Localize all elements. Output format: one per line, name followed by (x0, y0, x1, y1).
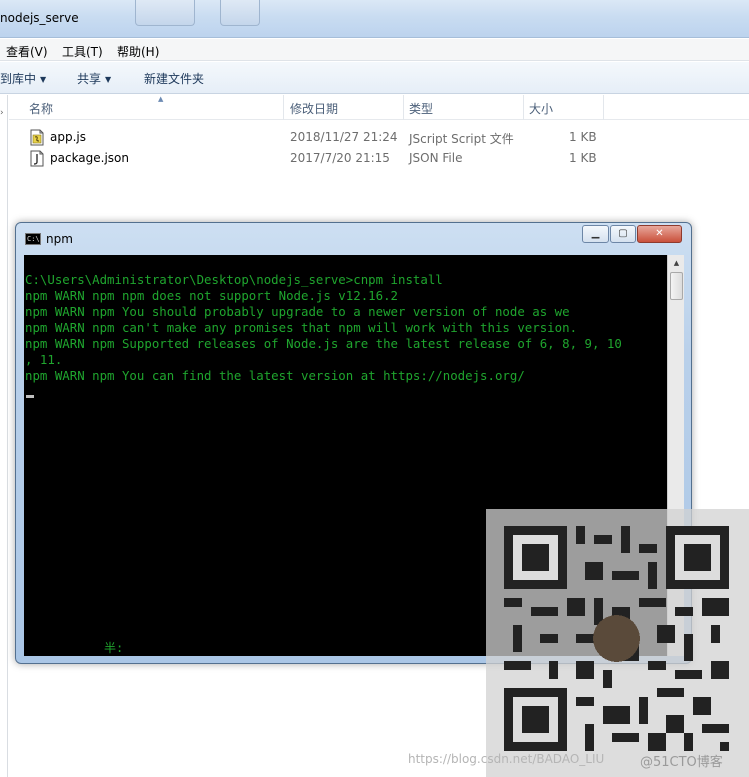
maximize-button[interactable] (220, 0, 260, 26)
console-title-bar[interactable]: C:\. npm ▁ ▢ ✕ (16, 223, 691, 253)
scroll-thumb[interactable] (670, 272, 683, 300)
console-line: npm WARN npm You should probably upgrade… (25, 304, 570, 319)
menu-help[interactable]: 帮助(H) (117, 43, 159, 60)
console-line: C:\Users\Administrator\Desktop\nodejs_se… (25, 272, 443, 287)
column-date-modified[interactable]: 修改日期 (290, 100, 338, 117)
close-icon: ✕ (655, 228, 664, 239)
avatar (593, 615, 640, 662)
scroll-up-icon[interactable]: ▲ (669, 255, 684, 271)
toolbar: 到库中 ▼ 共享 ▼ 新建文件夹 (0, 62, 749, 94)
console-window-title: npm (46, 232, 73, 246)
file-size: 1 KB (569, 151, 597, 165)
include-in-library-button[interactable]: 到库中 ▼ (0, 70, 46, 87)
maximize-icon: ▢ (618, 228, 628, 239)
console-line: npm WARN npm npm does not support Node.j… (25, 288, 398, 303)
chevron-right-icon[interactable]: › (0, 108, 4, 118)
file-name: app.js (50, 130, 86, 144)
file-name: package.json (50, 151, 130, 165)
command-prompt-icon: C:\. (25, 233, 44, 245)
command-prompt-icon-label: C:\. (27, 235, 44, 243)
navigation-pane-edge (0, 95, 8, 777)
console-line: npm WARN npm You can find the latest ver… (25, 368, 525, 383)
new-folder-button[interactable]: 新建文件夹 (144, 70, 204, 87)
sort-ascending-icon: ▲ (158, 95, 164, 103)
column-divider[interactable] (523, 95, 524, 120)
column-divider[interactable] (283, 95, 284, 120)
menu-view[interactable]: 查看(V) (6, 43, 48, 60)
menu-tools[interactable]: 工具(T) (62, 43, 103, 60)
file-row[interactable]: package.json 2017/7/20 21:15 JSON File 1… (9, 148, 749, 169)
minimize-icon: ▁ (591, 228, 600, 239)
console-close-button[interactable]: ✕ (637, 225, 682, 243)
include-in-library-label: 到库中 (0, 72, 37, 86)
console-line: npm WARN npm can't make any promises tha… (25, 320, 578, 335)
file-type: JSON File (409, 151, 463, 165)
watermark-url: https://blog.csdn.net/BADAO_LIU (408, 752, 605, 766)
file-size: 1 KB (569, 130, 597, 144)
jscript-file-icon (30, 129, 44, 146)
column-name[interactable]: 名称 (29, 100, 53, 117)
console-minimize-button[interactable]: ▁ (582, 225, 609, 243)
console-line: , 11. (25, 352, 63, 367)
text-cursor (26, 395, 34, 398)
minimize-button[interactable] (135, 0, 195, 26)
file-type: JScript Script 文件 (409, 132, 514, 146)
file-date: 2017/7/20 21:15 (290, 151, 390, 165)
qr-code-icon (504, 526, 729, 751)
menu-bar: 查看(V) 工具(T) 帮助(H) (0, 39, 749, 61)
share-label: 共享 (77, 72, 102, 86)
watermark-brand: @51CTO博客 (640, 755, 723, 770)
share-button[interactable]: 共享 ▼ (77, 70, 111, 87)
column-divider[interactable] (603, 95, 604, 120)
console-maximize-button[interactable]: ▢ (610, 225, 636, 243)
column-headers: ▲ 名称 修改日期 类型 大小 (9, 95, 749, 120)
file-date: 2018/11/27 21:24 (290, 130, 398, 144)
chevron-down-icon: ▼ (105, 75, 112, 84)
explorer-window-title: nodejs_serve (0, 11, 79, 25)
column-divider[interactable] (403, 95, 404, 120)
column-type[interactable]: 类型 (409, 100, 433, 117)
explorer-title-bar: nodejs_serve (0, 0, 749, 38)
console-line: npm WARN npm Supported releases of Node.… (25, 336, 622, 351)
ime-status-indicator[interactable]: 半: (104, 639, 123, 656)
chevron-down-icon: ▼ (40, 75, 47, 84)
column-size[interactable]: 大小 (529, 100, 553, 117)
file-row[interactable]: app.js 2018/11/27 21:24 JScript Script 文… (9, 127, 749, 148)
json-file-icon (30, 150, 44, 167)
